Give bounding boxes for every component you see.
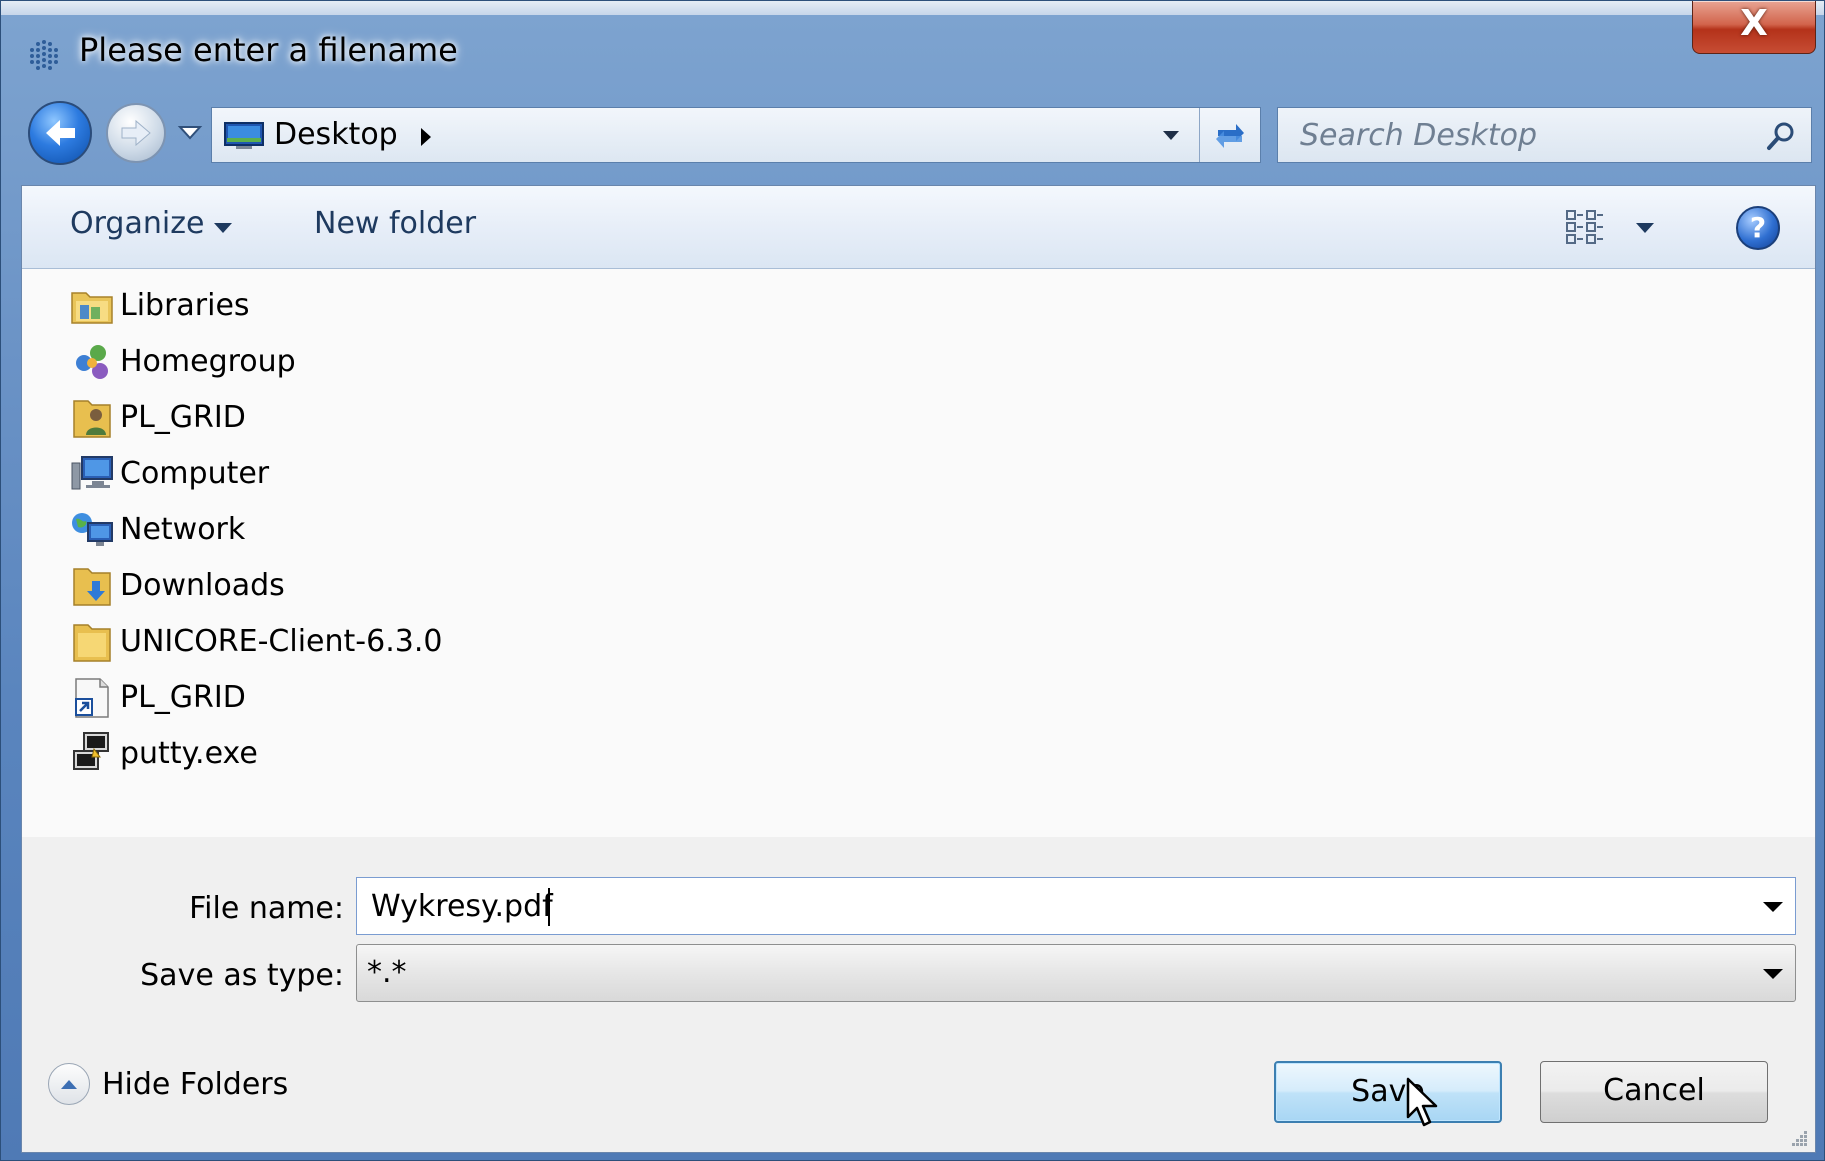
organize-chevron-down-icon[interactable] <box>212 221 234 235</box>
view-options-icon[interactable] <box>1564 208 1606 246</box>
list-item[interactable]: UNICORE-Client-6.3.0 <box>70 615 670 667</box>
close-icon: X <box>1740 3 1768 44</box>
list-item[interactable]: PL_GRID <box>70 391 670 443</box>
app-grid-icon <box>30 40 58 70</box>
address-location: Desktop <box>274 117 398 152</box>
item-label: UNICORE-Client-6.3.0 <box>120 623 443 659</box>
mouse-pointer-icon <box>1406 1077 1438 1127</box>
save-dialog-window: Please enter a filename X Desktop Search… <box>0 0 1825 1161</box>
save-type-label: Save as type: <box>140 958 344 993</box>
item-label: Downloads <box>120 567 285 603</box>
search-icon[interactable] <box>1765 120 1797 152</box>
file-list: Libraries Homegroup PL_GRID Computer Net… <box>22 269 1815 837</box>
back-arrow-icon <box>46 120 75 146</box>
cancel-button[interactable]: Cancel <box>1540 1061 1768 1123</box>
address-dropdown-button[interactable] <box>1143 108 1200 162</box>
list-item[interactable]: Computer <box>70 447 670 499</box>
organize-menu[interactable]: Organize <box>70 206 204 241</box>
user-folder-icon <box>70 395 114 439</box>
title-bar[interactable]: Please enter a filename <box>1 15 1824 89</box>
list-item[interactable]: Downloads <box>70 559 670 611</box>
item-label: PL_GRID <box>120 679 246 715</box>
list-item[interactable]: Homegroup <box>70 335 670 387</box>
item-label: Network <box>120 511 246 547</box>
list-item[interactable]: putty.exe <box>70 727 670 779</box>
resize-grip-icon[interactable] <box>1789 1128 1809 1148</box>
item-label: Libraries <box>120 287 250 323</box>
search-box[interactable] <box>1277 107 1812 163</box>
network-icon <box>70 507 114 551</box>
view-chevron-down-icon[interactable] <box>1634 221 1656 235</box>
new-folder-button[interactable]: New folder <box>314 206 476 241</box>
forward-button[interactable] <box>106 103 166 163</box>
forward-arrow-icon <box>121 119 151 147</box>
address-bar[interactable]: Desktop <box>211 107 1261 163</box>
chevron-down-icon <box>1163 131 1179 140</box>
text-caret <box>548 888 550 926</box>
hide-folders-label: Hide Folders <box>102 1066 289 1102</box>
save-type-chevron-down-icon <box>1763 969 1783 979</box>
chevron-up-icon <box>48 1063 90 1105</box>
file-name-chevron-down-icon[interactable] <box>1761 900 1785 914</box>
recent-pages-chevron-down-icon[interactable] <box>177 123 203 141</box>
search-input[interactable] <box>1278 108 1748 162</box>
file-name-field[interactable] <box>357 878 1737 934</box>
desktop-icon <box>224 122 264 149</box>
list-item[interactable]: Network <box>70 503 670 555</box>
item-label: Homegroup <box>120 343 296 379</box>
breadcrumb-chevron-right-icon[interactable] <box>418 126 434 148</box>
file-name-label: File name: <box>189 891 344 926</box>
save-type-value: *.* <box>367 955 407 990</box>
homegroup-icon <box>70 339 114 383</box>
help-icon[interactable]: ? <box>1736 206 1780 250</box>
computer-icon <box>70 451 114 495</box>
dialog-body: Organize New folder ? Libraries Homegrou… <box>21 185 1816 1153</box>
item-label: Computer <box>120 455 270 491</box>
refresh-button[interactable] <box>1200 108 1260 162</box>
save-button[interactable]: Save <box>1274 1061 1502 1123</box>
close-button[interactable]: X <box>1692 1 1816 54</box>
dialog-footer: File name: Save as type: *.* Hide Fo <box>22 837 1815 1152</box>
folder-icon <box>70 619 114 663</box>
putty-icon <box>70 731 114 775</box>
save-type-select[interactable]: *.* <box>356 944 1796 1002</box>
shortcut-icon <box>70 675 114 719</box>
file-name-combobox[interactable] <box>356 877 1796 935</box>
window-title: Please enter a filename <box>79 31 458 69</box>
back-button[interactable] <box>28 101 92 165</box>
downloads-folder-icon <box>70 563 114 607</box>
item-label: PL_GRID <box>120 399 246 435</box>
command-toolbar: Organize New folder ? <box>22 186 1815 269</box>
refresh-icon <box>1216 124 1244 148</box>
libraries-icon <box>70 283 114 327</box>
item-label: putty.exe <box>120 735 258 771</box>
list-item[interactable]: PL_GRID <box>70 671 670 723</box>
hide-folders-toggle[interactable]: Hide Folders <box>48 1061 288 1107</box>
list-item[interactable]: Libraries <box>70 279 670 331</box>
